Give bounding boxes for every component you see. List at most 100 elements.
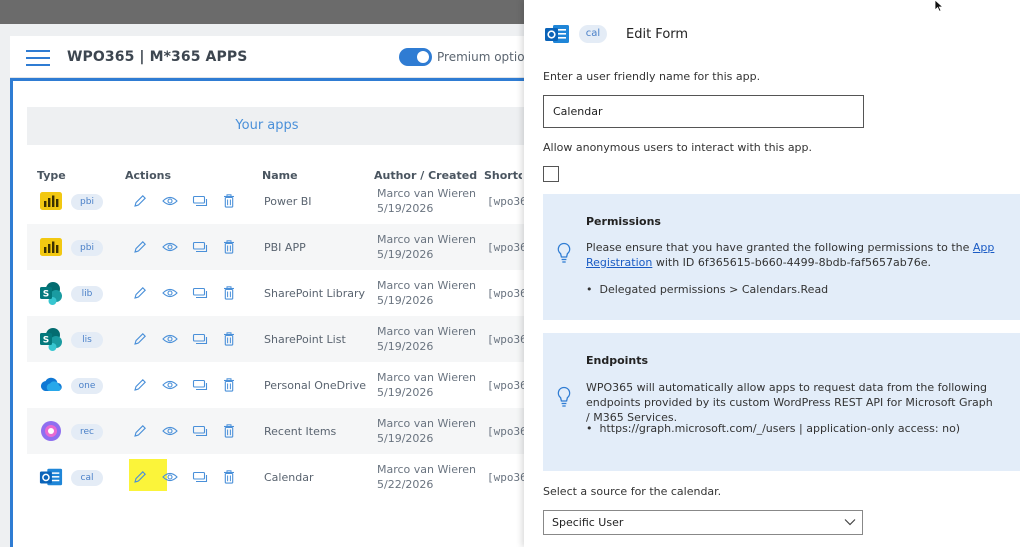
permissions-bullet-text: Delegated permissions > Calendars.Read [599, 283, 829, 296]
app-created: 5/19/2026 [377, 432, 434, 445]
edit-icon[interactable] [131, 377, 149, 393]
app-author-created: Marco van Wieren 5/22/2026 [377, 462, 476, 492]
copy-icon[interactable] [191, 331, 209, 347]
permissions-text-after: with ID 6f365615-b660-4499-8bdb-faf5657a… [652, 256, 932, 269]
permissions-title: Permissions [586, 215, 661, 228]
app-author: Marco van Wieren [377, 187, 476, 200]
outlook-icon [545, 25, 569, 43]
edit-icon[interactable] [131, 331, 149, 347]
table-row: cal Calendar Marco van Wieren 5/22/2026 [wpo… [27, 454, 533, 500]
app-author: Marco van Wieren [377, 325, 476, 338]
onedrive-icon [39, 373, 63, 397]
app-name-input[interactable]: Calendar [543, 95, 864, 128]
anonymous-checkbox[interactable] [543, 166, 559, 182]
table-row: rec Recent Items Marco van Wieren 5/19/2026… [27, 408, 533, 454]
app-created: 5/19/2026 [377, 248, 434, 261]
app-name: Power BI [264, 195, 312, 208]
edit-icon[interactable] [131, 193, 149, 209]
sharepoint-icon: S [39, 281, 63, 305]
app-type-badge: cal [71, 470, 103, 486]
hamburger-menu-icon[interactable] [26, 50, 50, 66]
delete-icon[interactable] [220, 193, 238, 209]
app-type-badge: rec [71, 424, 103, 440]
view-icon[interactable] [161, 377, 179, 393]
edit-icon[interactable] [131, 423, 149, 439]
app-author: Marco van Wieren [377, 279, 476, 292]
copy-icon[interactable] [191, 285, 209, 301]
view-icon[interactable] [161, 469, 179, 485]
edit-form-panel: cal Edit Form Enter a user friendly name… [524, 0, 1024, 547]
app-author: Marco van Wieren [377, 463, 476, 476]
app-author-created: Marco van Wieren 5/19/2026 [377, 370, 476, 400]
app-name: Personal OneDrive [264, 379, 366, 392]
permissions-text: Please ensure that you have granted the … [586, 240, 996, 270]
lightbulb-icon [557, 242, 571, 263]
power-bi-icon [39, 235, 63, 259]
svg-text:S: S [43, 290, 49, 300]
mouse-cursor-icon [934, 0, 944, 12]
view-icon[interactable] [161, 331, 179, 347]
permissions-text-before: Please ensure that you have granted the … [586, 241, 973, 254]
copy-icon[interactable] [191, 193, 209, 209]
app-name: Calendar [264, 471, 314, 484]
view-icon[interactable] [161, 193, 179, 209]
endpoints-box: Endpoints WPO365 will automatically allo… [543, 333, 1020, 471]
brand-title: WPO365 | M*365 APPS [67, 49, 248, 65]
app-author: Marco van Wieren [377, 417, 476, 430]
delete-icon[interactable] [220, 423, 238, 439]
delete-icon[interactable] [220, 239, 238, 255]
your-apps-title: Your apps [235, 118, 299, 133]
app-name: SharePoint List [264, 333, 346, 346]
form-title: Edit Form [626, 27, 689, 42]
table-row: pbi Power BI Marco van Wieren 5/19/2026 [wpo… [27, 178, 533, 224]
app-name: SharePoint Library [264, 287, 366, 300]
app-author: Marco van Wieren [377, 233, 476, 246]
view-icon[interactable] [161, 423, 179, 439]
app-author-created: Marco van Wieren 5/19/2026 [377, 278, 476, 308]
delete-icon[interactable] [220, 377, 238, 393]
source-label: Select a source for the calendar. [543, 485, 722, 498]
app-type-badge: cal [579, 25, 607, 43]
lightbulb-icon [557, 386, 571, 407]
edit-icon[interactable] [131, 239, 149, 255]
app-created: 5/19/2026 [377, 294, 434, 307]
app-name: PBI APP [264, 241, 306, 254]
copy-icon[interactable] [191, 469, 209, 485]
endpoints-text: WPO365 will automatically allow apps to … [586, 381, 993, 424]
premium-toggle[interactable] [399, 48, 432, 66]
app-author-created: Marco van Wieren 5/19/2026 [377, 324, 476, 354]
sharepoint-icon: S [39, 327, 63, 351]
app-name: Recent Items [264, 425, 337, 438]
source-select[interactable]: Specific User [543, 510, 863, 535]
endpoints-bullet-text: https://graph.microsoft.com/_/users | ap… [599, 422, 961, 435]
edit-icon[interactable] [131, 469, 149, 485]
app-type-badge: pbi [71, 240, 103, 256]
your-apps-banner: Your apps [27, 107, 533, 145]
outlook-icon [39, 465, 63, 489]
delete-icon[interactable] [220, 469, 238, 485]
endpoints-title: Endpoints [586, 354, 649, 367]
apps-frame: Your apps Type Actions Name Author / Cre… [10, 78, 533, 547]
power-bi-icon [39, 189, 63, 213]
app-author: Marco van Wieren [377, 371, 476, 384]
source-select-value: Specific User [552, 516, 624, 529]
app-created: 5/19/2026 [377, 340, 434, 353]
app-type-badge: lib [71, 286, 103, 302]
anonymous-label: Allow anonymous users to interact with t… [543, 141, 813, 154]
apps-panel: WPO365 | M*365 APPS Premium options Your… [10, 36, 538, 547]
delete-icon[interactable] [220, 331, 238, 347]
chevron-down-icon [844, 519, 856, 526]
app-type-badge: one [71, 378, 103, 394]
table-row: Slib SharePoint Library Marco van Wieren 5/… [27, 270, 533, 316]
app-created: 5/19/2026 [377, 202, 434, 215]
copy-icon[interactable] [191, 377, 209, 393]
copy-icon[interactable] [191, 239, 209, 255]
view-icon[interactable] [161, 285, 179, 301]
delete-icon[interactable] [220, 285, 238, 301]
edit-icon[interactable] [131, 285, 149, 301]
endpoints-bullet: • https://graph.microsoft.com/_/users | … [586, 422, 961, 435]
app-author-created: Marco van Wieren 5/19/2026 [377, 416, 476, 446]
permissions-box: Permissions Please ensure that you have … [543, 194, 1020, 320]
view-icon[interactable] [161, 239, 179, 255]
copy-icon[interactable] [191, 423, 209, 439]
